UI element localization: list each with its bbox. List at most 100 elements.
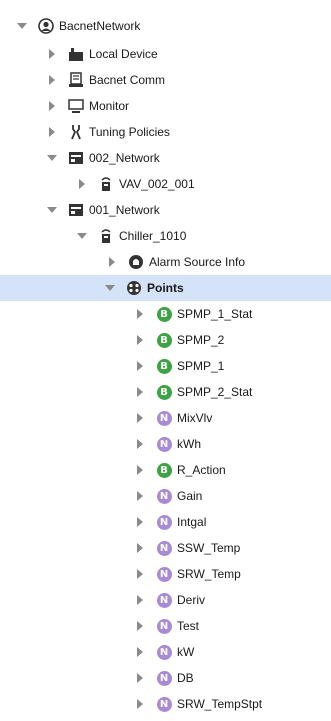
numeric-point-badge: N xyxy=(156,618,172,634)
numeric-point-icon: N xyxy=(156,488,172,504)
numeric-point-badge: N xyxy=(156,488,172,504)
tree-row-point[interactable]: B SPMP_2_Stat xyxy=(0,379,331,405)
expand-arrow-icon[interactable] xyxy=(76,230,88,242)
tree-row-label: Alarm Source Info xyxy=(149,255,246,269)
numeric-point-badge: N xyxy=(156,410,172,426)
tree-row-label: MixVlv xyxy=(177,411,213,425)
numeric-point-badge: N xyxy=(156,566,172,582)
tree-row-point[interactable]: N SSW_Temp xyxy=(0,535,331,561)
expand-arrow-icon[interactable] xyxy=(16,20,28,32)
collapse-arrow-icon[interactable] xyxy=(46,100,58,112)
tree-row-local-device[interactable]: Local Device xyxy=(0,41,331,67)
tree-row-label: BacnetNetwork xyxy=(59,19,141,33)
network-globe-icon xyxy=(38,18,54,34)
collapse-arrow-icon[interactable] xyxy=(134,620,146,632)
tree-row-point[interactable]: N kWh xyxy=(0,431,331,457)
tree-row-point[interactable]: N MixVlv xyxy=(0,405,331,431)
tree-row-bacnet-network[interactable]: BacnetNetwork xyxy=(0,13,331,39)
monitor-icon xyxy=(68,98,84,114)
numeric-point-icon: N xyxy=(156,566,172,582)
tree-row-vav-002-001[interactable]: VAV_002_001 xyxy=(0,171,331,197)
collapse-arrow-icon[interactable] xyxy=(76,178,88,190)
tree-row-label: Chiller_1010 xyxy=(119,229,187,243)
local-device-icon xyxy=(68,46,84,62)
points-icon xyxy=(126,280,142,296)
numeric-point-badge: N xyxy=(156,540,172,556)
tree-row-label: Points xyxy=(147,281,184,295)
collapse-arrow-icon[interactable] xyxy=(134,698,146,710)
numeric-point-icon: N xyxy=(156,540,172,556)
numeric-point-icon: N xyxy=(156,618,172,634)
collapse-arrow-icon[interactable] xyxy=(134,516,146,528)
tree-row-label: Test xyxy=(177,619,200,633)
binary-point-badge: B xyxy=(156,384,172,400)
tree-row-point[interactable]: N Deriv xyxy=(0,587,331,613)
tree-row-point[interactable]: N Gain xyxy=(0,483,331,509)
tree-row-label: SRW_Temp xyxy=(177,567,241,581)
tree-row-label: DB xyxy=(177,671,194,685)
tree-row-point[interactable]: B SPMP_1 xyxy=(0,353,331,379)
tree-row-point[interactable]: N Test xyxy=(0,613,331,639)
binary-point-icon: B xyxy=(156,306,172,322)
tree-row-tuning-policies[interactable]: Tuning Policies xyxy=(0,119,331,145)
binary-point-icon: B xyxy=(156,358,172,374)
tree-row-alarm-source-info[interactable]: Alarm Source Info xyxy=(0,249,331,275)
collapse-arrow-icon[interactable] xyxy=(46,74,58,86)
collapse-arrow-icon[interactable] xyxy=(134,412,146,424)
collapse-arrow-icon[interactable] xyxy=(134,464,146,476)
collapse-arrow-icon[interactable] xyxy=(106,256,118,268)
device-icon xyxy=(98,176,114,192)
collapse-arrow-icon[interactable] xyxy=(46,48,58,60)
tree-row-label: SPMP_1 xyxy=(177,359,225,373)
tree-row-point[interactable]: B SPMP_2 xyxy=(0,327,331,353)
collapse-arrow-icon[interactable] xyxy=(134,568,146,580)
network-folder-icon xyxy=(68,202,84,218)
collapse-arrow-icon[interactable] xyxy=(134,438,146,450)
collapse-arrow-icon[interactable] xyxy=(134,646,146,658)
binary-point-icon: B xyxy=(156,462,172,478)
expand-arrow-icon[interactable] xyxy=(46,152,58,164)
numeric-point-badge: N xyxy=(156,696,172,712)
tree-row-001-network[interactable]: 001_Network xyxy=(0,197,331,223)
collapse-arrow-icon[interactable] xyxy=(134,594,146,606)
numeric-point-icon: N xyxy=(156,514,172,530)
tree-row-label: Gain xyxy=(177,489,203,503)
collapse-arrow-icon[interactable] xyxy=(46,126,58,138)
expand-arrow-icon[interactable] xyxy=(46,204,58,216)
tree-row-point[interactable]: N DB xyxy=(0,665,331,691)
collapse-arrow-icon[interactable] xyxy=(134,360,146,372)
tree-row-point[interactable]: N kW xyxy=(0,639,331,665)
tree-row-chiller-1010[interactable]: Chiller_1010 xyxy=(0,223,331,249)
tree-row-bacnet-comm[interactable]: Bacnet Comm xyxy=(0,67,331,93)
tree-row-point[interactable]: B R_Action xyxy=(0,457,331,483)
collapse-arrow-icon[interactable] xyxy=(134,672,146,684)
network-folder-icon xyxy=(68,150,84,166)
collapse-arrow-icon[interactable] xyxy=(134,308,146,320)
numeric-point-badge: N xyxy=(156,670,172,686)
tree-row-point[interactable]: N Intgal xyxy=(0,509,331,535)
tree-row-point[interactable]: B SPMP_1_Stat xyxy=(0,301,331,327)
expand-arrow-icon[interactable] xyxy=(104,282,116,294)
collapse-arrow-icon[interactable] xyxy=(134,542,146,554)
tree-row-002-network[interactable]: 002_Network xyxy=(0,145,331,171)
tree-row-label: SPMP_1_Stat xyxy=(177,307,253,321)
tree-row-points[interactable]: Points xyxy=(0,275,331,301)
numeric-point-icon: N xyxy=(156,436,172,452)
collapse-arrow-icon[interactable] xyxy=(134,334,146,346)
numeric-point-icon: N xyxy=(156,592,172,608)
tree-row-label: kW xyxy=(177,645,195,659)
tree-row-label: kWh xyxy=(177,437,201,451)
tree-row-point[interactable]: N SRW_Temp xyxy=(0,561,331,587)
tree-row-monitor[interactable]: Monitor xyxy=(0,93,331,119)
numeric-point-badge: N xyxy=(156,514,172,530)
collapse-arrow-icon[interactable] xyxy=(134,490,146,502)
tree-row-label: Deriv xyxy=(177,593,206,607)
tree-row-label: Tuning Policies xyxy=(89,125,170,139)
binary-point-badge: B xyxy=(156,306,172,322)
tree-row-label: Bacnet Comm xyxy=(89,73,166,87)
tree-row-point[interactable]: N SRW_TempStpt xyxy=(0,691,331,717)
binary-point-icon: B xyxy=(156,384,172,400)
numeric-point-icon: N xyxy=(156,410,172,426)
collapse-arrow-icon[interactable] xyxy=(134,386,146,398)
tree-row-label: 001_Network xyxy=(89,203,160,217)
